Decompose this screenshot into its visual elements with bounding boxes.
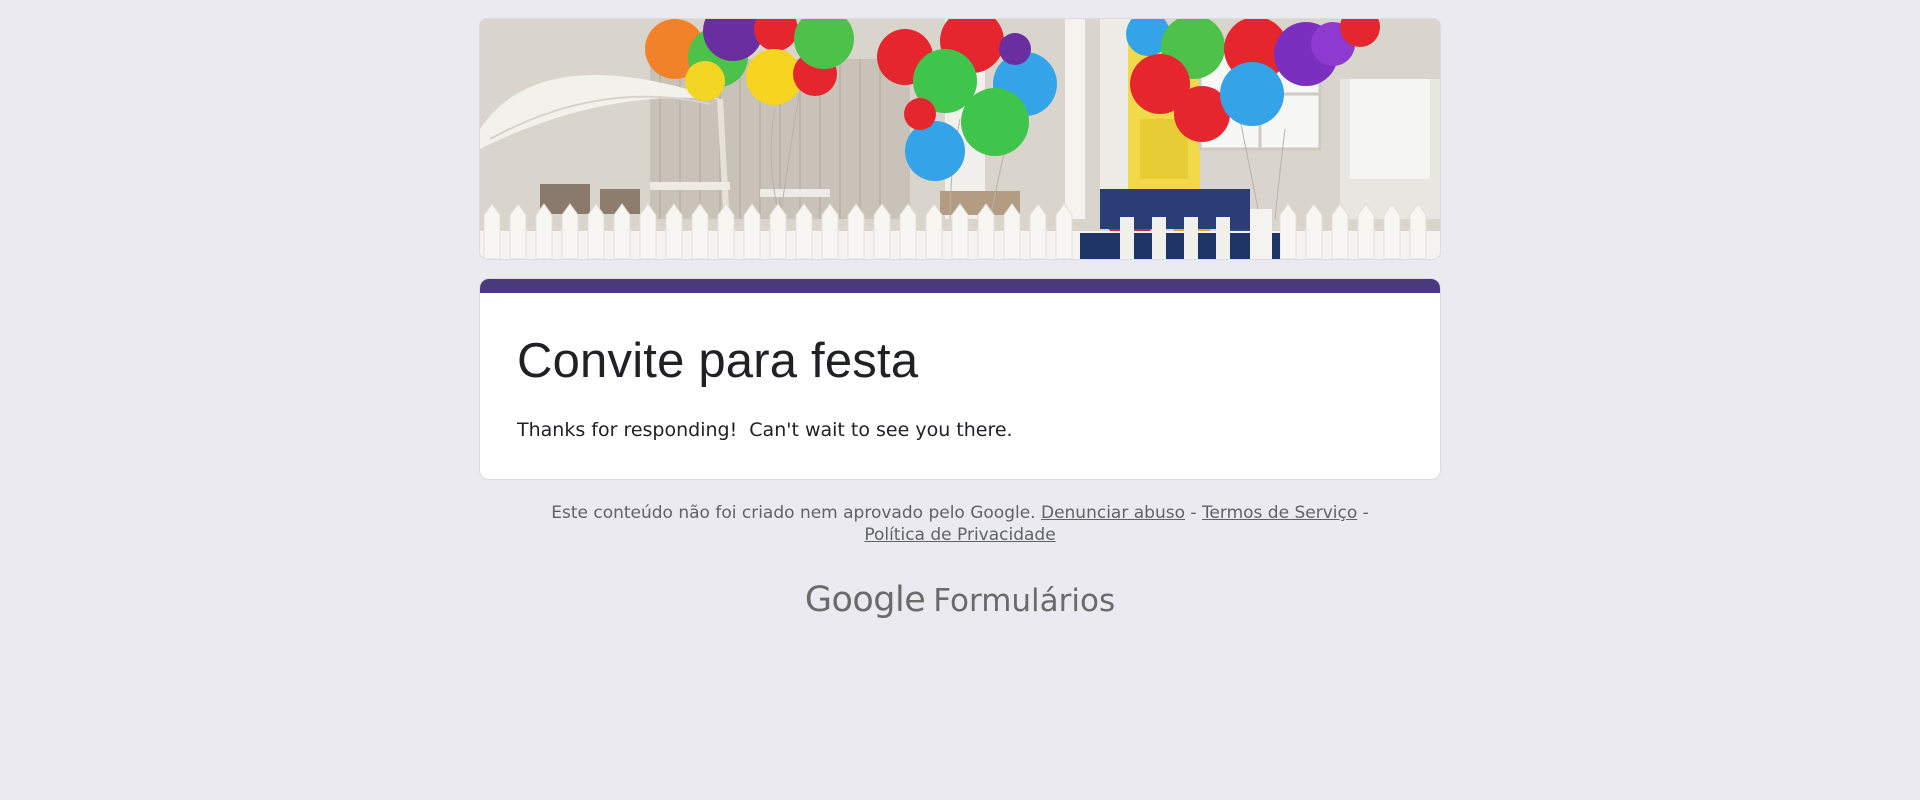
- header-image: [479, 18, 1441, 260]
- terms-of-service-link[interactable]: Termos de Serviço: [1202, 503, 1357, 523]
- privacy-policy-link[interactable]: Política de Privacidade: [864, 525, 1055, 545]
- report-abuse-link[interactable]: Denunciar abuso: [1041, 503, 1185, 523]
- footer-disclaimer: Este conteúdo não foi criado nem aprovad…: [479, 502, 1441, 546]
- confirmation-message: Thanks for responding! Can't wait to see…: [517, 419, 1013, 441]
- google-forms-logo[interactable]: Google Formulários: [479, 578, 1441, 629]
- forms-wordmark: Formulários: [933, 583, 1116, 619]
- footer-separator: -: [1357, 503, 1369, 523]
- page: Convite para festa Thanks for responding…: [0, 0, 1920, 800]
- confirmation-card: Convite para festa Thanks for responding…: [479, 278, 1441, 480]
- footer-separator: -: [1184, 503, 1202, 523]
- card-accent-bar: [480, 279, 1440, 293]
- form-column: Convite para festa Thanks for responding…: [479, 18, 1441, 629]
- google-wordmark: Google: [804, 580, 926, 620]
- party-balloons-image: [480, 19, 1440, 259]
- form-title: Convite para festa: [517, 334, 919, 388]
- card-body: Convite para festa Thanks for responding…: [480, 293, 1440, 479]
- disclaimer-text: Este conteúdo não foi criado nem aprovad…: [551, 503, 1036, 523]
